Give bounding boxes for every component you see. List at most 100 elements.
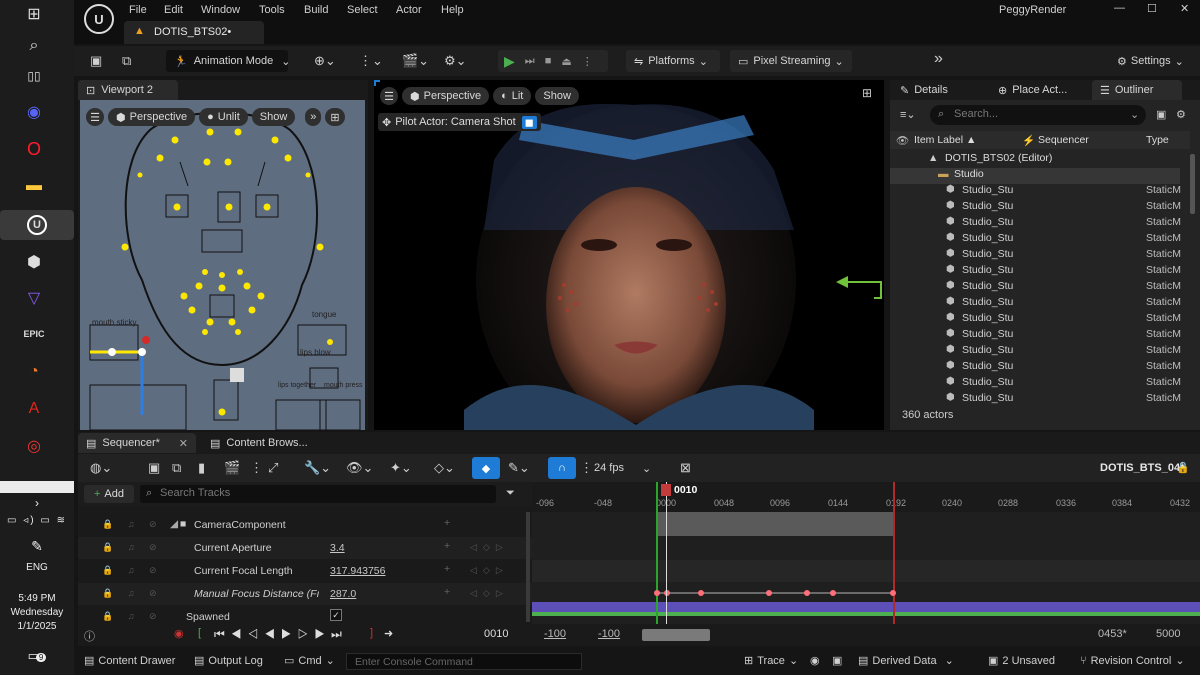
playback-start-field[interactable]: -100 [598,628,620,640]
options-icon[interactable]: ⋮ [250,460,263,476]
windows-icon[interactable]: ⊞ [20,2,48,26]
playback-end-field[interactable]: 0453* [1098,628,1127,640]
tab-outliner[interactable]: ☰ Outliner [1092,80,1182,100]
track-value[interactable]: 3.4 [330,542,345,554]
keyframe[interactable] [804,590,810,596]
chevron-right-icon[interactable]: » [305,108,322,126]
opera-icon[interactable]: O [20,137,48,161]
unreal-engine-icon[interactable]: U [0,210,74,240]
unity-icon[interactable]: ⬢ [20,250,48,274]
menu-help[interactable]: Help [441,4,464,16]
show-button[interactable]: Show [251,108,296,126]
clock-time[interactable]: 5:49 PM [0,593,74,604]
outliner-scrollbar[interactable] [1190,154,1195,214]
keyframe-dot[interactable] [654,590,660,596]
menu-build[interactable]: Build [304,4,328,16]
eye-icon[interactable]: 👁⌄ [346,460,373,476]
unsaved-button[interactable]: ▣ 2 Unsaved [988,654,1055,667]
spawned-checkbox[interactable]: ✓ [330,609,342,621]
outliner-row[interactable]: ⬢ Studio_Stu StaticM [890,200,1181,216]
level-tab[interactable]: ▲ DOTIS_BTS02• [124,21,264,44]
epic-games-icon[interactable]: EPIC [20,322,48,346]
expand-arrow-icon[interactable]: ◢ [170,518,178,530]
column-type[interactable]: Type [1146,134,1169,146]
track-row-aperture[interactable]: 🔒 ♫ ⊘ Current Aperture 3.4 + ◁◇▷ [78,537,532,559]
add-key-icon[interactable]: + [444,540,450,552]
wrench-icon[interactable]: 🔧⌄ [304,460,331,476]
language-indicator[interactable]: ENG [0,562,74,573]
keyframe[interactable] [766,590,772,596]
set-start-button[interactable]: [ [198,627,201,639]
set-end-button[interactable]: ] [370,627,373,639]
render-movie-icon[interactable]: 🎬 [224,460,240,476]
outliner-row[interactable]: ⬢ Studio_Stu StaticM [890,264,1181,280]
blueprint-icon[interactable]: ⋮⌄ [359,53,383,69]
keyframe-dot[interactable] [698,590,704,596]
camera-cut-icon[interactable]: ▮ [198,460,205,476]
settings-icon[interactable]: ⚙ [1176,108,1186,121]
menu-file[interactable]: File [129,4,147,16]
keyframe[interactable] [664,590,670,596]
system-tray-icons[interactable]: ▭ ◃) ▭ ≋ [0,515,74,526]
record-trace-icon[interactable]: ◉ [810,654,820,667]
outliner-row[interactable]: ⬢ Studio_Stu StaticM [890,296,1181,312]
snap-settings-icon[interactable]: ✦⌄ [390,460,412,476]
key-icon[interactable]: ◇⌄ [434,460,455,476]
outliner-row[interactable]: ⬢ Studio_Stu StaticM [890,232,1181,248]
tab-place-actors[interactable]: ⊕ Place Act... [990,80,1075,100]
outliner-row[interactable]: ⬢ Studio_Stu StaticM [890,328,1181,344]
outliner-row[interactable]: ⬢ Studio_Stu StaticM [890,184,1181,200]
snap-magnet-button[interactable]: ∩ [548,457,576,479]
task-view-icon[interactable]: ▯▯ [20,64,48,88]
add-actor-icon[interactable]: ⊕⌄ [314,53,336,69]
playhead-handle[interactable] [661,484,671,496]
outliner-search-input[interactable]: ⌕ Search... ⌄ [930,105,1146,125]
play-button[interactable]: ▶ [504,53,515,70]
world-icon[interactable]: ◍⌄ [90,460,112,476]
outliner-row[interactable]: ⬢ Studio_Stu StaticM [890,392,1181,408]
playback-start-marker[interactable] [656,482,658,624]
revision-control-dropdown[interactable]: ⑂ Revision Control ⌄ [1080,654,1185,667]
acrobat-icon[interactable]: A [20,397,48,421]
outliner-row[interactable]: ⬢ Studio_Stu StaticM [890,344,1181,360]
keyframe-dot[interactable] [766,590,772,596]
perspective-button[interactable]: ⬢ Perspective [402,87,490,105]
menu-edit[interactable]: Edit [164,4,183,16]
content-drawer-button[interactable]: ▤ Content Drawer [84,654,175,667]
unlit-button[interactable]: ● Unlit [199,108,248,126]
pixel-streaming-dropdown[interactable]: ▭ Pixel Streaming ⌄ [730,50,852,72]
lock-icon[interactable]: 🔒 [1176,461,1190,474]
trace-dropdown[interactable]: ⊞ Trace ⌄ [744,654,798,667]
menu-select[interactable]: Select [347,4,378,16]
blender-icon[interactable]: ◔ [20,360,48,384]
outliner-row[interactable]: ⬢ Studio_Stu StaticM [890,248,1181,264]
key-nav-icons[interactable]: ◁◇▷ [470,565,509,576]
snapshot-icon[interactable]: ▣ [832,654,842,667]
outliner-row[interactable]: ⬢ Studio_Stu StaticM [890,312,1181,328]
maximize-button[interactable]: ☐ [1147,2,1157,15]
add-folder-icon[interactable]: ▣ [1156,108,1166,121]
save-icon[interactable]: ▣ [90,53,102,69]
current-frame-field[interactable]: 0010 [484,628,508,640]
search-icon[interactable]: ⌕ [20,34,48,58]
tools-icon[interactable]: ⚙⌄ [444,53,467,69]
add-key-icon[interactable]: + [444,586,450,598]
add-track-button[interactable]: + Add [84,485,134,503]
key-nav-icons[interactable]: ◁◇▷ [470,588,509,599]
play-options-icon[interactable]: ⋮ [582,55,593,68]
hamburger-icon[interactable]: ☰ [86,108,104,126]
auto-key-button[interactable]: ◆ [472,457,500,479]
notification-center[interactable]: ▭9 [0,648,74,664]
platforms-dropdown[interactable]: ⇋ Platforms ⌄ [626,50,720,72]
menu-actor[interactable]: Actor [396,4,422,16]
keyframe[interactable] [698,590,704,596]
track-row-spawned[interactable]: 🔒 ♫ ⊘ Spawned ✓ [78,606,532,624]
tab-details[interactable]: ✎ Details [892,80,956,100]
menu-tools[interactable]: Tools [259,4,285,16]
cinematics-icon[interactable]: 🎬⌄ [402,53,429,69]
derived-data-dropdown[interactable]: ▤ Derived Data ⌄ [858,654,954,667]
filter-icon[interactable]: ≡⌄ [900,108,916,121]
timeline-area[interactable]: -096 -048 0000 0048 0096 0144 0192 0240 … [532,482,1200,624]
track-row-focal-length[interactable]: 🔒 ♫ ⊘ Current Focal Length 317.943756 + … [78,560,532,582]
stop-button[interactable]: ■ [545,55,552,67]
